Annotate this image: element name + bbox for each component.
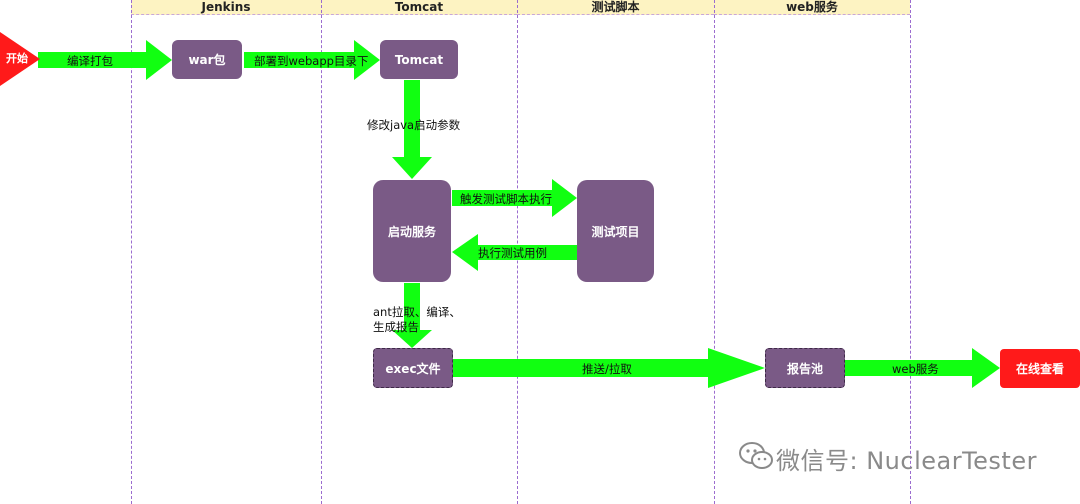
edge-label-push-pull: 推送/拉取 <box>582 362 632 376</box>
edge-label-compile: 编译打包 <box>67 54 113 68</box>
node-exec-file: exec文件 <box>373 348 453 388</box>
node-start-service: 启动服务 <box>373 180 451 282</box>
edge-label-trigger-script: 触发测试脚本执行 <box>460 192 552 206</box>
watermark-text: 微信号: NuclearTester <box>776 447 1037 475</box>
flow-diagram: Jenkins Tomcat 测试脚本 web服务 开始 war包 Tomcat… <box>0 0 1080 504</box>
wechat-icon <box>739 442 773 469</box>
start-label: 开始 <box>6 52 28 65</box>
edge-label-deploy: 部署到webapp目录下 <box>254 54 369 68</box>
node-tomcat: Tomcat <box>380 40 458 79</box>
edge-label-run-cases: 执行测试用例 <box>478 246 547 260</box>
edge-label-web-service: web服务 <box>892 362 939 376</box>
node-test-project: 测试项目 <box>577 180 654 282</box>
node-report-pool: 报告池 <box>765 348 845 388</box>
node-war: war包 <box>172 40 242 79</box>
edge-label-ant-line2: 生成报告 <box>373 320 419 334</box>
node-online-view: 在线查看 <box>1000 349 1080 388</box>
edge-label-ant-line1: ant拉取、编译、 <box>373 305 461 319</box>
edge-label-modify-java: 修改java启动参数 <box>367 118 461 132</box>
